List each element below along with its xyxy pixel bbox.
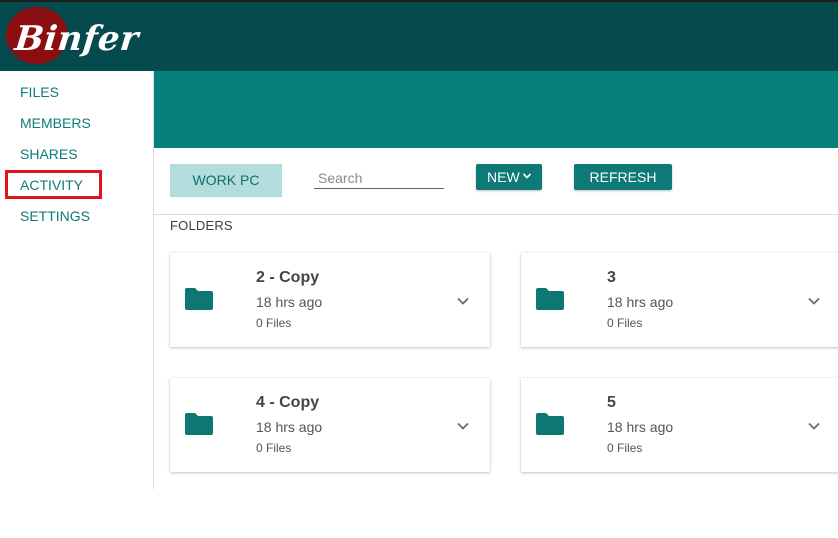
- folder-card[interactable]: 4 - Copy 18 hrs ago 0 Files: [170, 378, 490, 472]
- sidebar-item-settings[interactable]: SETTINGS: [20, 206, 90, 226]
- folder-icon: [536, 413, 564, 435]
- chevron-down-icon[interactable]: [456, 294, 470, 308]
- folder-card[interactable]: 3 18 hrs ago 0 Files: [521, 253, 838, 347]
- folder-file-count: 0 Files: [256, 441, 292, 455]
- folder-card[interactable]: 5 18 hrs ago 0 Files: [521, 378, 838, 472]
- sidebar-item-members[interactable]: MEMBERS: [20, 113, 91, 133]
- new-button-label: NEW: [487, 169, 520, 185]
- search-input[interactable]: [314, 167, 444, 189]
- folder-icon: [536, 288, 564, 310]
- folder-name: 4 - Copy: [256, 394, 320, 411]
- device-button[interactable]: WORK PC: [170, 164, 282, 197]
- folder-file-count: 0 Files: [607, 316, 643, 330]
- folder-card[interactable]: 2 - Copy 18 hrs ago 0 Files: [170, 253, 490, 347]
- chevron-down-icon: [522, 173, 532, 179]
- banner: [154, 71, 838, 148]
- top-bar: Binfer: [0, 0, 838, 71]
- folder-modified: 18 hrs ago: [607, 294, 674, 310]
- folder-modified: 18 hrs ago: [256, 419, 323, 435]
- folder-file-count: 0 Files: [256, 316, 292, 330]
- sidebar-item-files[interactable]: FILES: [20, 82, 59, 102]
- folder-icon: [185, 288, 213, 310]
- folder-name: 5: [607, 394, 616, 411]
- folders-section-label: FOLDERS: [170, 218, 233, 233]
- folder-name: 3: [607, 269, 616, 286]
- toolbar-divider: [154, 214, 838, 215]
- binfer-logo[interactable]: Binfer: [4, 7, 144, 65]
- chevron-down-icon[interactable]: [807, 419, 821, 433]
- chevron-down-icon[interactable]: [807, 294, 821, 308]
- folder-modified: 18 hrs ago: [607, 419, 674, 435]
- refresh-button[interactable]: REFRESH: [574, 164, 672, 190]
- logo-text: Binfer: [12, 19, 141, 59]
- new-button[interactable]: NEW: [476, 164, 542, 190]
- chevron-down-icon[interactable]: [456, 419, 470, 433]
- folder-name: 2 - Copy: [256, 269, 320, 286]
- folder-modified: 18 hrs ago: [256, 294, 323, 310]
- sidebar-item-shares[interactable]: SHARES: [20, 144, 78, 164]
- folder-file-count: 0 Files: [607, 441, 643, 455]
- sidebar: FILES MEMBERS SHARES ACTIVITY SETTINGS: [0, 71, 154, 489]
- sidebar-item-activity[interactable]: ACTIVITY: [20, 175, 83, 195]
- folder-icon: [185, 413, 213, 435]
